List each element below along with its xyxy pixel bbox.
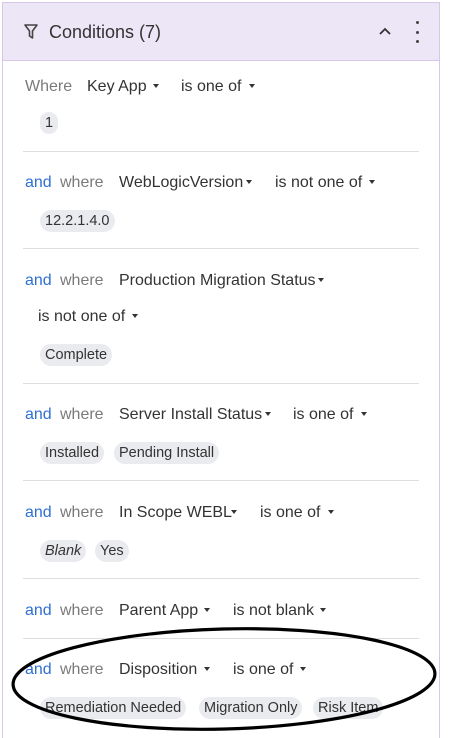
conjunction-select[interactable]: and bbox=[25, 271, 52, 291]
field-select[interactable]: Key App bbox=[87, 77, 147, 97]
field-select[interactable]: Disposition bbox=[119, 660, 197, 680]
where-label: where bbox=[60, 272, 104, 289]
where-label: where bbox=[60, 602, 104, 619]
value-chip[interactable]: 1 bbox=[40, 112, 59, 134]
divider bbox=[23, 383, 419, 384]
divider bbox=[23, 248, 419, 249]
caret-down-icon[interactable] bbox=[361, 412, 367, 416]
caret-down-icon[interactable] bbox=[328, 510, 334, 514]
caret-down-icon[interactable] bbox=[231, 510, 237, 514]
caret-down-icon[interactable] bbox=[320, 608, 326, 612]
caret-down-icon[interactable] bbox=[153, 84, 159, 88]
caret-down-icon[interactable] bbox=[300, 667, 306, 671]
caret-down-icon[interactable] bbox=[369, 180, 375, 184]
operator-select[interactable]: is one of bbox=[293, 405, 353, 425]
where-label: where bbox=[60, 174, 104, 191]
value-chip[interactable]: Blank bbox=[40, 540, 87, 562]
operator-select[interactable]: is one of bbox=[260, 503, 320, 523]
divider bbox=[23, 151, 419, 152]
conjunction-select[interactable]: and bbox=[25, 503, 52, 523]
where-label: where bbox=[60, 504, 104, 521]
conditions-panel: Conditions (7) Where Key App is one of 1… bbox=[2, 2, 440, 738]
field-select[interactable]: Production Migration Status bbox=[119, 271, 316, 291]
conjunction-select[interactable]: and bbox=[25, 660, 52, 680]
field-select[interactable]: In Scope WEBL bbox=[119, 503, 232, 523]
where-label: where bbox=[60, 661, 104, 678]
caret-down-icon[interactable] bbox=[204, 608, 210, 612]
value-chip[interactable]: Risk Item bbox=[313, 697, 384, 719]
field-select[interactable]: Parent App bbox=[119, 601, 198, 621]
caret-down-icon[interactable] bbox=[265, 412, 271, 416]
more-vertical-icon[interactable] bbox=[413, 21, 421, 43]
field-select[interactable]: Server Install Status bbox=[119, 405, 262, 425]
value-chip[interactable]: Yes bbox=[95, 540, 129, 562]
filter-icon bbox=[24, 24, 38, 39]
operator-select[interactable]: is one of bbox=[181, 77, 241, 97]
caret-down-icon[interactable] bbox=[249, 84, 255, 88]
operator-select[interactable]: is one of bbox=[233, 660, 293, 680]
panel-title: Conditions (7) bbox=[49, 22, 162, 42]
conjunction-select[interactable]: and bbox=[25, 601, 52, 621]
operator-select[interactable]: is not one of bbox=[275, 173, 362, 193]
value-chip[interactable]: 12.2.1.4.0 bbox=[40, 210, 115, 232]
value-chip[interactable]: Migration Only bbox=[199, 697, 303, 719]
where-label: Where bbox=[25, 78, 73, 95]
value-chip[interactable]: Pending Install bbox=[114, 442, 220, 464]
operator-select[interactable]: is not one of bbox=[38, 307, 125, 327]
divider bbox=[23, 480, 419, 481]
conditions-header[interactable]: Conditions (7) bbox=[3, 3, 439, 61]
conjunction-select[interactable]: and bbox=[25, 405, 52, 425]
operator-select[interactable]: is not blank bbox=[233, 601, 314, 621]
value-chip[interactable]: Remediation Needed bbox=[40, 697, 187, 719]
divider bbox=[23, 638, 419, 639]
caret-down-icon[interactable] bbox=[132, 314, 138, 318]
where-label: where bbox=[60, 406, 104, 423]
value-chip[interactable]: Installed bbox=[40, 442, 105, 464]
caret-down-icon[interactable] bbox=[246, 180, 252, 184]
caret-down-icon[interactable] bbox=[204, 667, 210, 671]
chevron-up-icon[interactable] bbox=[377, 25, 393, 37]
caret-down-icon[interactable] bbox=[318, 278, 324, 282]
field-select[interactable]: WebLogicVersion bbox=[119, 173, 243, 193]
conjunction-select[interactable]: and bbox=[25, 173, 52, 193]
divider bbox=[23, 578, 419, 579]
value-chip[interactable]: Complete bbox=[40, 344, 113, 366]
